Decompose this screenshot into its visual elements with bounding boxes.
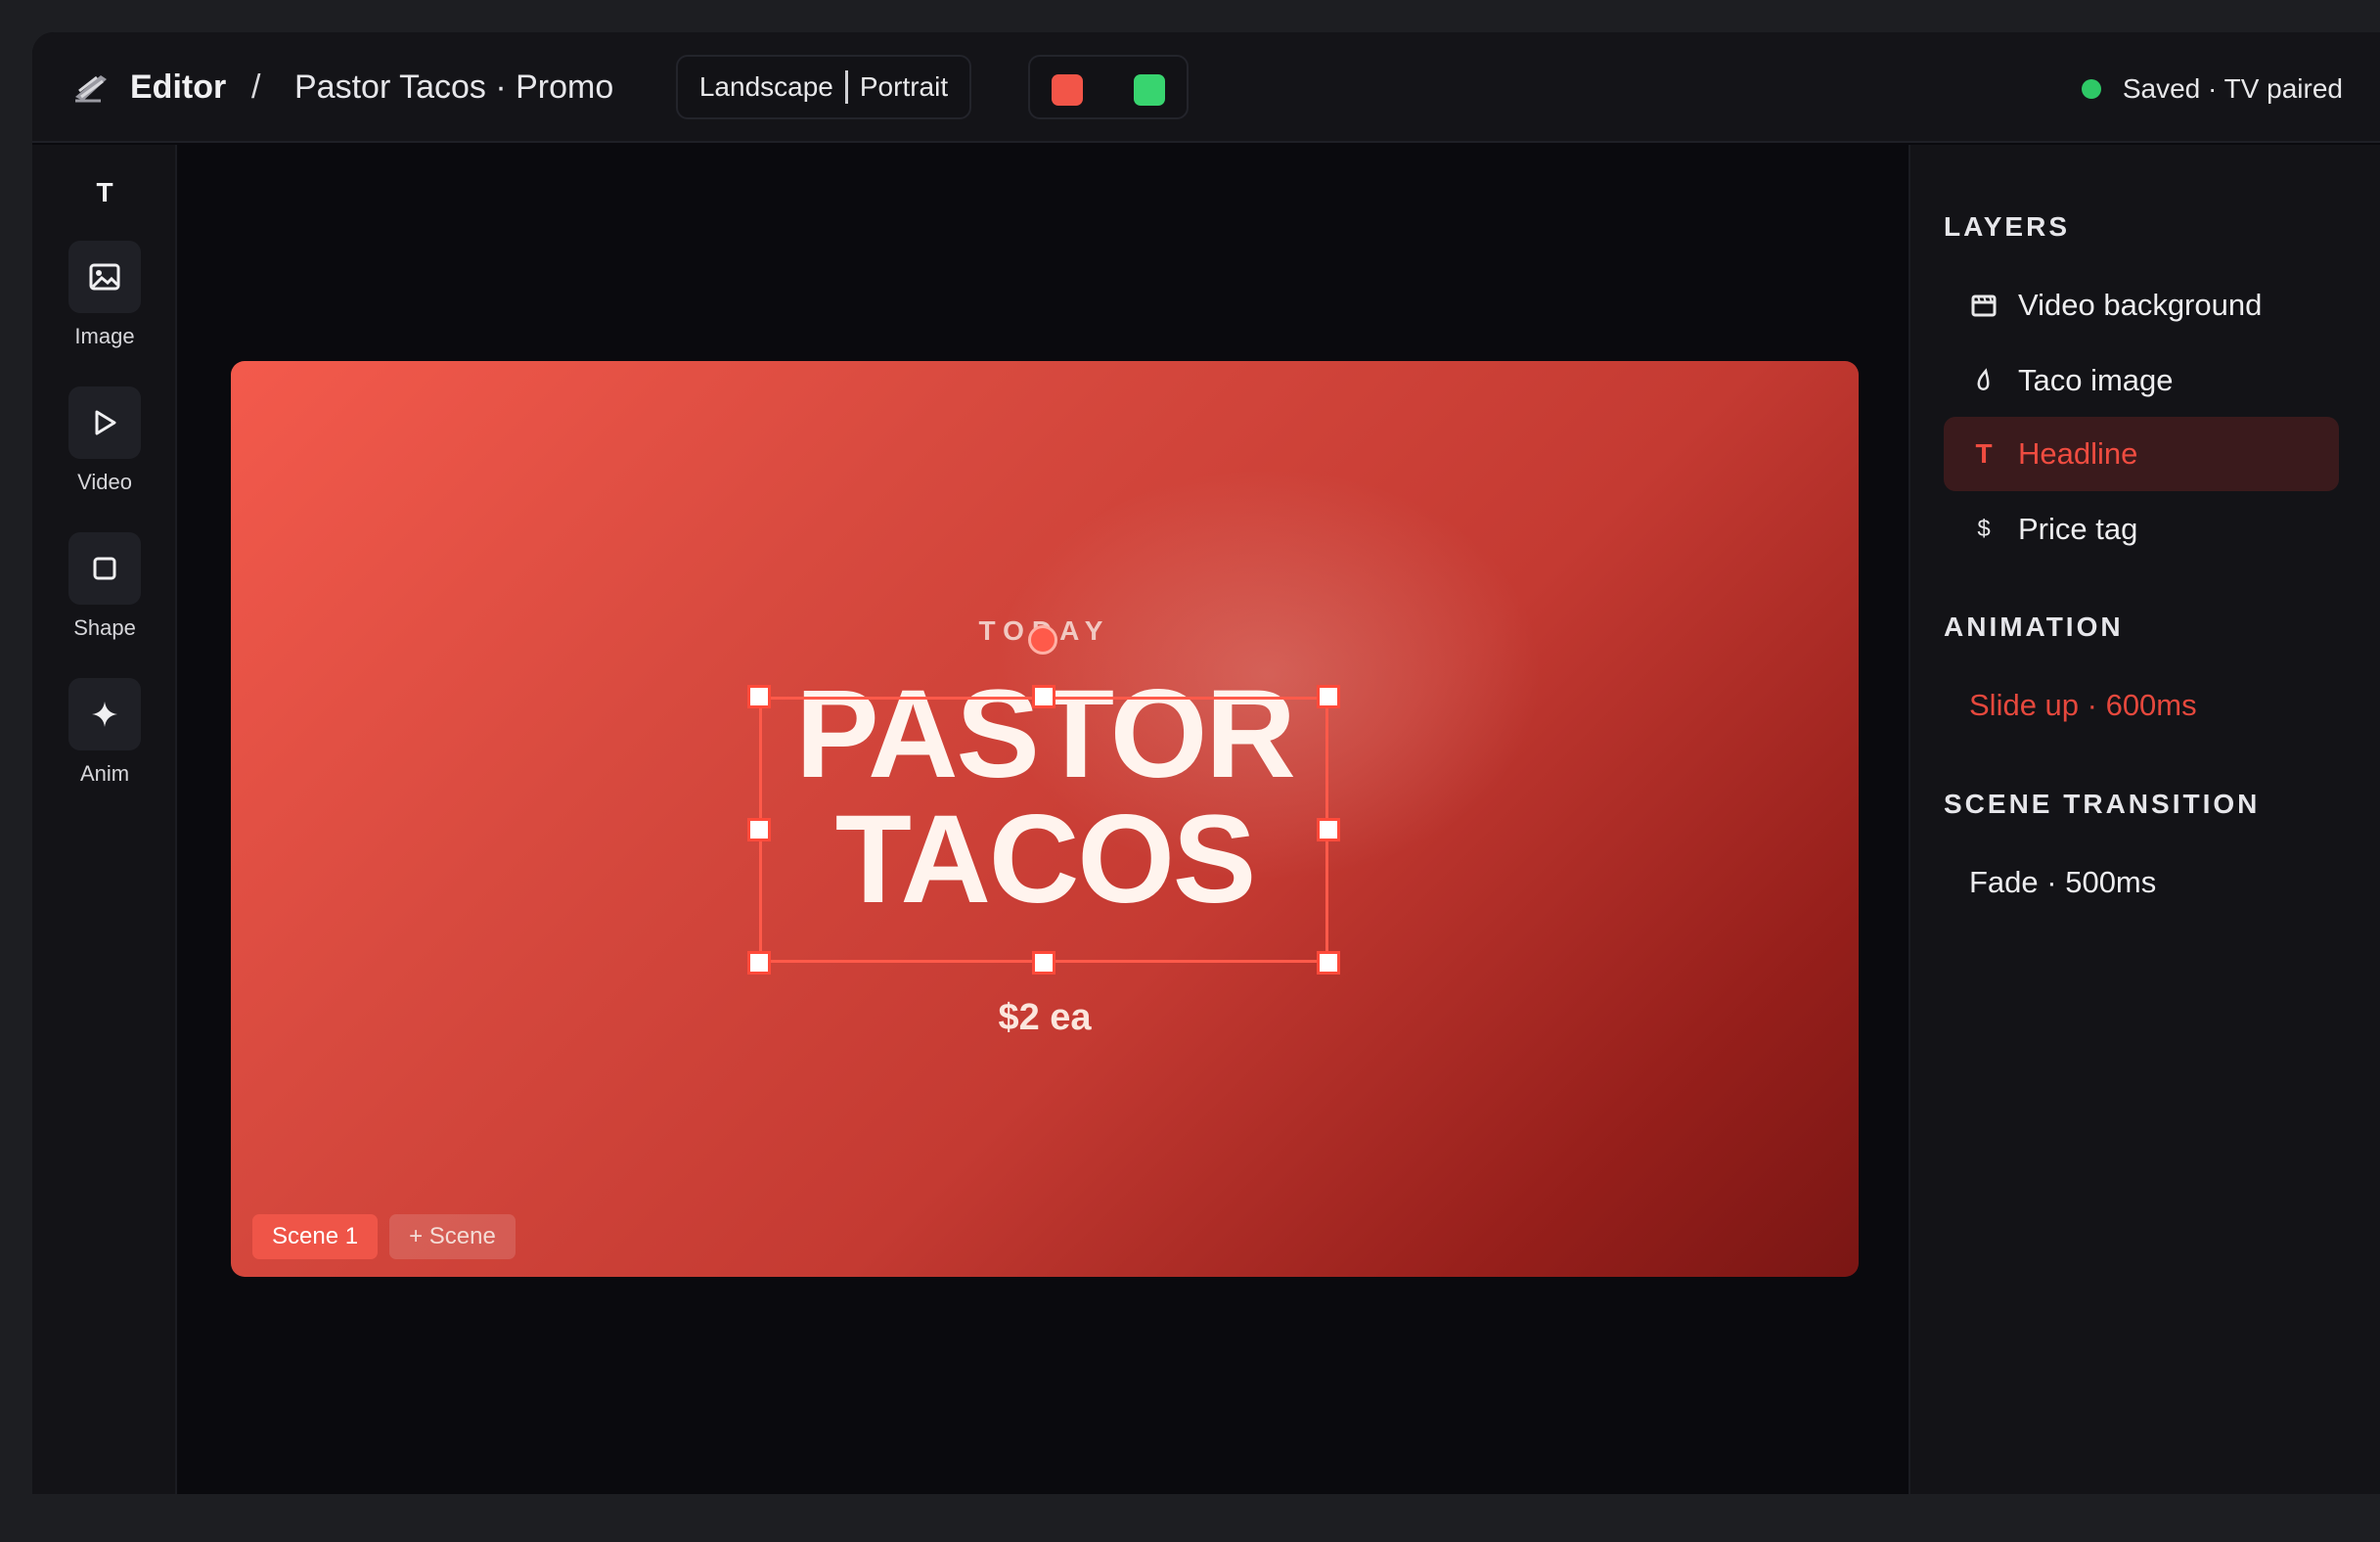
properties-panel: LAYERS Video background Taco image T Hea [1908,145,2380,1494]
tool-label: Image [74,324,135,348]
tool-rail: T Text Image Video [32,145,177,1494]
shape-tool-box [68,532,141,605]
resize-handle-ne[interactable] [1317,685,1340,708]
text-icon: T [1975,438,1993,469]
tool-label: Shape [73,615,136,640]
tool-image[interactable]: Image [32,241,177,350]
green-swatch[interactable] [1134,74,1165,106]
project-name[interactable]: Pastor Tacos · Promo [294,66,613,109]
anim-tool-box [68,678,141,750]
layer-label: Taco image [2018,363,2174,397]
red-swatch[interactable] [1052,74,1083,106]
animation-value[interactable]: Slide up · 600ms [1969,688,2197,723]
layer-price-tag[interactable]: $ Price tag [1944,492,2339,567]
design-canvas[interactable]: TODAY PASTOR TACOS $2 ea Scene 1 + Scene [231,361,1859,1277]
window-bottom-edge [0,1494,2380,1542]
resize-handle-e[interactable] [1317,818,1340,841]
sparkle-icon [92,702,117,727]
image-icon [89,263,120,291]
breadcrumb-separator: / [251,68,261,106]
tool-video[interactable]: Video [32,386,177,496]
tool-label: Anim [79,761,130,786]
layer-label: Headline [2018,436,2138,471]
price-tag-text[interactable]: $2 ea [231,997,1859,1039]
layer-label: Price tag [2018,512,2138,546]
editor-window: Editor / Pastor Tacos · Promo Landscape … [32,32,2380,1494]
layers-title: LAYERS [1944,211,2071,242]
selection-box [759,697,1328,963]
app-name[interactable]: Editor [130,66,226,109]
scene-tabs: Scene 1 + Scene [252,1214,516,1259]
text-tool-box: T [68,157,141,229]
dollar-icon: $ [1977,516,1991,542]
resize-handle-s[interactable] [1032,951,1055,975]
animation-title: ANIMATION [1944,612,2124,642]
portrait-option[interactable]: Portrait [860,71,948,103]
orientation-divider [844,70,848,104]
square-icon [93,557,116,580]
status-text: Saved · TV paired [2122,73,2343,104]
layer-taco-image[interactable]: Taco image [1944,343,2339,418]
scene-transition-title: SCENE TRANSITION [1944,789,2261,819]
resize-handle-sw[interactable] [747,951,771,975]
scene-tab-1[interactable]: Scene 1 [252,1214,379,1259]
layer-video-background[interactable]: Video background [1944,268,2339,342]
play-icon [95,410,116,435]
logo-icon [75,75,107,103]
add-scene-button[interactable]: + Scene [389,1214,516,1259]
resize-handle-nw[interactable] [747,685,771,708]
drop-icon [1969,368,1998,393]
layer-label: Video background [2018,288,2263,322]
tool-shape[interactable]: Shape [32,532,177,642]
image-tool-box [68,241,141,313]
film-icon [1969,293,1998,318]
landscape-option[interactable]: Landscape [699,71,833,103]
tool-anim[interactable]: Anim [32,678,177,788]
video-tool-box [68,386,141,459]
resize-handle-w[interactable] [747,818,771,841]
status-dot-icon [2081,79,2101,99]
orientation-toggle: Landscape Portrait [676,55,971,119]
resize-handle-se[interactable] [1317,951,1340,975]
color-swatches [1028,55,1189,119]
rotate-handle[interactable] [1028,625,1057,655]
save-status: Saved · TV paired [2081,68,2343,111]
layer-headline[interactable]: T Headline [1944,417,2339,491]
text-icon: T [96,177,113,207]
transition-value[interactable]: Fade · 500ms [1969,865,2156,900]
resize-handle-n[interactable] [1032,685,1055,708]
tool-label: Video [77,470,132,494]
top-bar: Editor / Pastor Tacos · Promo Landscape … [32,32,2380,143]
